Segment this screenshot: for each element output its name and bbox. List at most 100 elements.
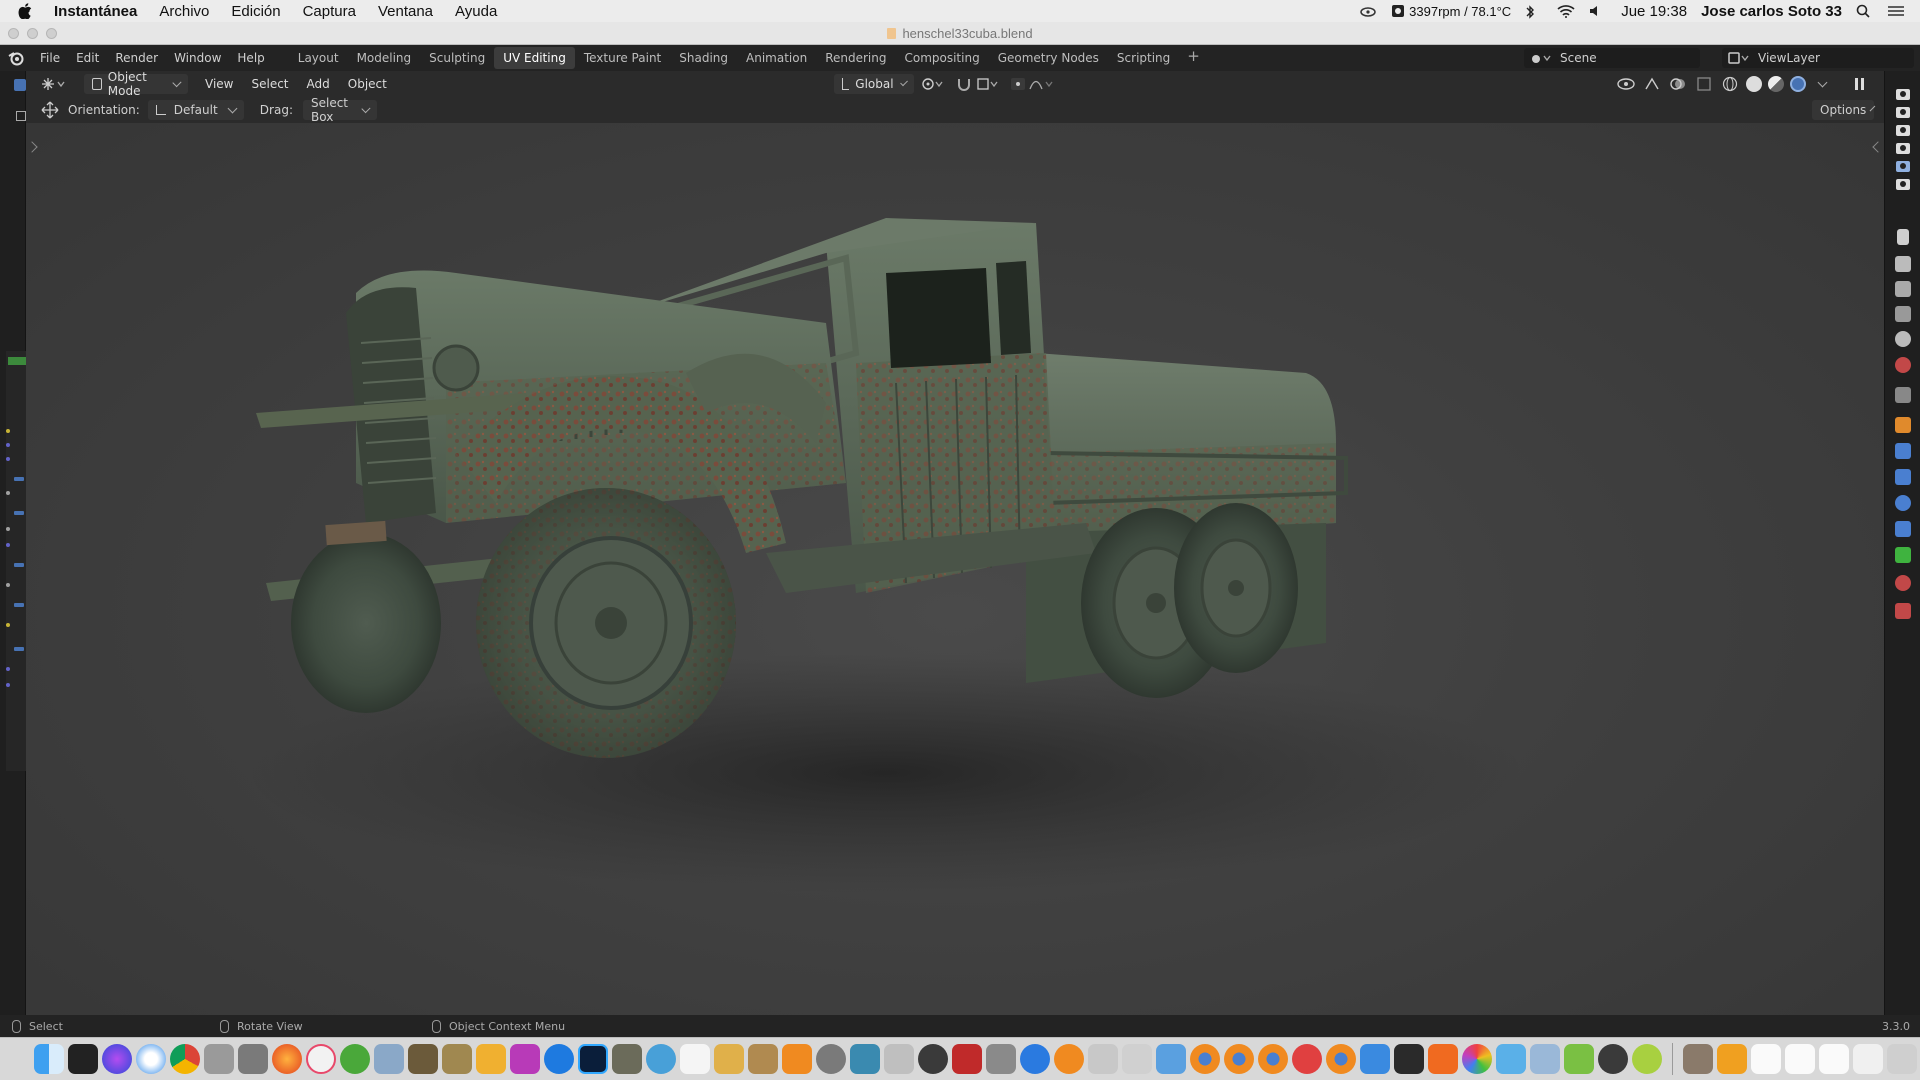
shading-options-chevron-icon[interactable] (1812, 75, 1832, 93)
paris-photo-icon[interactable] (442, 1044, 472, 1074)
xray-toggle-icon[interactable] (1694, 75, 1714, 93)
textedit-icon[interactable] (680, 1044, 710, 1074)
material-preview-icon[interactable] (1768, 76, 1784, 92)
options-dropdown[interactable]: Options (1812, 100, 1876, 120)
scanner-icon[interactable] (986, 1044, 1016, 1074)
camera-icon[interactable] (1896, 89, 1910, 100)
launchpad-icon[interactable] (238, 1044, 268, 1074)
move-tool-icon[interactable] (40, 100, 60, 120)
tab-shading[interactable]: Shading (670, 47, 737, 69)
tab-layout[interactable]: Layout (289, 47, 348, 69)
safari-icon[interactable] (136, 1044, 166, 1074)
vlc-icon[interactable] (782, 1044, 812, 1074)
add-workspace-button[interactable]: + (1179, 47, 1208, 69)
document-icon[interactable] (1819, 1044, 1849, 1074)
rendered-shading-icon[interactable] (1790, 76, 1806, 92)
photo-app-icon[interactable] (408, 1044, 438, 1074)
daz-studio-icon[interactable] (1394, 1044, 1424, 1074)
document-icon[interactable] (1751, 1044, 1781, 1074)
camera-icon[interactable] (1896, 125, 1910, 136)
view-layer-selector[interactable]: ViewLayer (1722, 48, 1914, 68)
drag-dropdown[interactable]: Select Box (302, 96, 377, 124)
package-icon[interactable] (748, 1044, 778, 1074)
xcode-x-icon[interactable] (1020, 1044, 1050, 1074)
menu-help[interactable]: Help (229, 51, 272, 65)
cloud-icon[interactable] (1359, 4, 1377, 18)
orientation-dropdown[interactable]: Default (147, 100, 244, 120)
quill-icon[interactable] (952, 1044, 982, 1074)
photos-icon[interactable] (1462, 1044, 1492, 1074)
affinity-icon[interactable] (510, 1044, 540, 1074)
render-properties-icon[interactable] (1895, 256, 1911, 272)
trash-icon[interactable] (1887, 1044, 1917, 1074)
automator-icon[interactable] (204, 1044, 234, 1074)
tab-uv-editing[interactable]: UV Editing (494, 47, 575, 69)
physics-properties-icon[interactable] (1895, 495, 1911, 511)
camera-icon[interactable] (1896, 143, 1910, 154)
menubar-edicion[interactable]: Edición (231, 3, 280, 20)
tab-texture-paint[interactable]: Texture Paint (575, 47, 670, 69)
viewport-menu-select[interactable]: Select (242, 77, 297, 91)
snap-controls[interactable] (956, 74, 1000, 94)
camera-icon[interactable] (1896, 179, 1910, 190)
menubar-ventana[interactable]: Ventana (378, 3, 433, 20)
blender-icon[interactable] (1190, 1044, 1220, 1074)
tab-geometry-nodes[interactable]: Geometry Nodes (989, 47, 1108, 69)
tool-properties-icon[interactable] (1897, 229, 1909, 245)
sketch-icon[interactable] (476, 1044, 506, 1074)
select-box-tool-icon[interactable] (16, 111, 26, 121)
tab-modeling[interactable]: Modeling (348, 47, 421, 69)
object-mode-dropdown[interactable]: Object Mode (84, 70, 188, 98)
pivot-point-icon[interactable] (920, 74, 948, 94)
spotlight-search-icon[interactable] (1856, 4, 1874, 18)
blender-release-icon[interactable] (1326, 1044, 1356, 1074)
menubar-captura[interactable]: Captura (303, 3, 356, 20)
3d-viewport[interactable] (26, 123, 1884, 1015)
archive-icon[interactable] (714, 1044, 744, 1074)
photoshop-icon[interactable] (578, 1044, 608, 1074)
blender-beta-icon[interactable] (1258, 1044, 1288, 1074)
books-icon[interactable] (1054, 1044, 1084, 1074)
collection-properties-icon[interactable] (1895, 387, 1911, 403)
folder-orange-icon[interactable] (1717, 1044, 1747, 1074)
checkbox-toggle[interactable] (14, 79, 26, 91)
music-icon[interactable] (306, 1044, 336, 1074)
sidebar-toggle-icon[interactable] (1850, 75, 1870, 93)
minimize-window-button[interactable] (27, 28, 38, 39)
tab-scripting[interactable]: Scripting (1108, 47, 1179, 69)
siri-icon[interactable] (102, 1044, 132, 1074)
control-center-icon[interactable] (1888, 4, 1906, 18)
internet-globe-icon[interactable] (646, 1044, 676, 1074)
gaming-icon[interactable] (1632, 1044, 1662, 1074)
close-window-button[interactable] (8, 28, 19, 39)
volume-icon[interactable] (1589, 4, 1607, 18)
bluetooth-icon[interactable] (1525, 4, 1543, 19)
android-icon[interactable] (1564, 1044, 1594, 1074)
menubar-user[interactable]: Jose carlos Soto 33 (1701, 3, 1842, 20)
data-properties-icon[interactable] (1895, 547, 1911, 563)
cinema-icon[interactable] (1156, 1044, 1186, 1074)
app-store-icon[interactable] (1360, 1044, 1390, 1074)
magnifier-icon[interactable] (918, 1044, 948, 1074)
menubar-clock[interactable]: Jue 19:38 (1621, 3, 1687, 20)
hammer-icon[interactable] (884, 1044, 914, 1074)
xcode-icon[interactable] (1530, 1044, 1560, 1074)
solid-shading-icon[interactable] (1746, 76, 1762, 92)
visibility-eye-icon[interactable] (1616, 75, 1636, 93)
transform-orientation-dropdown[interactable]: Global (834, 74, 914, 94)
gimp-icon[interactable] (612, 1044, 642, 1074)
apple-icon[interactable] (18, 3, 40, 19)
document-icon[interactable] (1785, 1044, 1815, 1074)
menu-window[interactable]: Window (166, 51, 229, 65)
wireframe-shading-icon[interactable] (1720, 75, 1740, 93)
document-icon[interactable] (1853, 1044, 1883, 1074)
figure-pose-icon[interactable] (1122, 1044, 1152, 1074)
finder-icon[interactable] (34, 1044, 64, 1074)
avatar-app-icon[interactable] (850, 1044, 880, 1074)
tab-sculpting[interactable]: Sculpting (420, 47, 494, 69)
overlays-icon[interactable] (1668, 75, 1688, 93)
viewport-menu-add[interactable]: Add (298, 77, 339, 91)
terminal-icon[interactable] (68, 1044, 98, 1074)
presentation-icon[interactable] (1428, 1044, 1458, 1074)
viewport-menu-view[interactable]: View (196, 77, 242, 91)
